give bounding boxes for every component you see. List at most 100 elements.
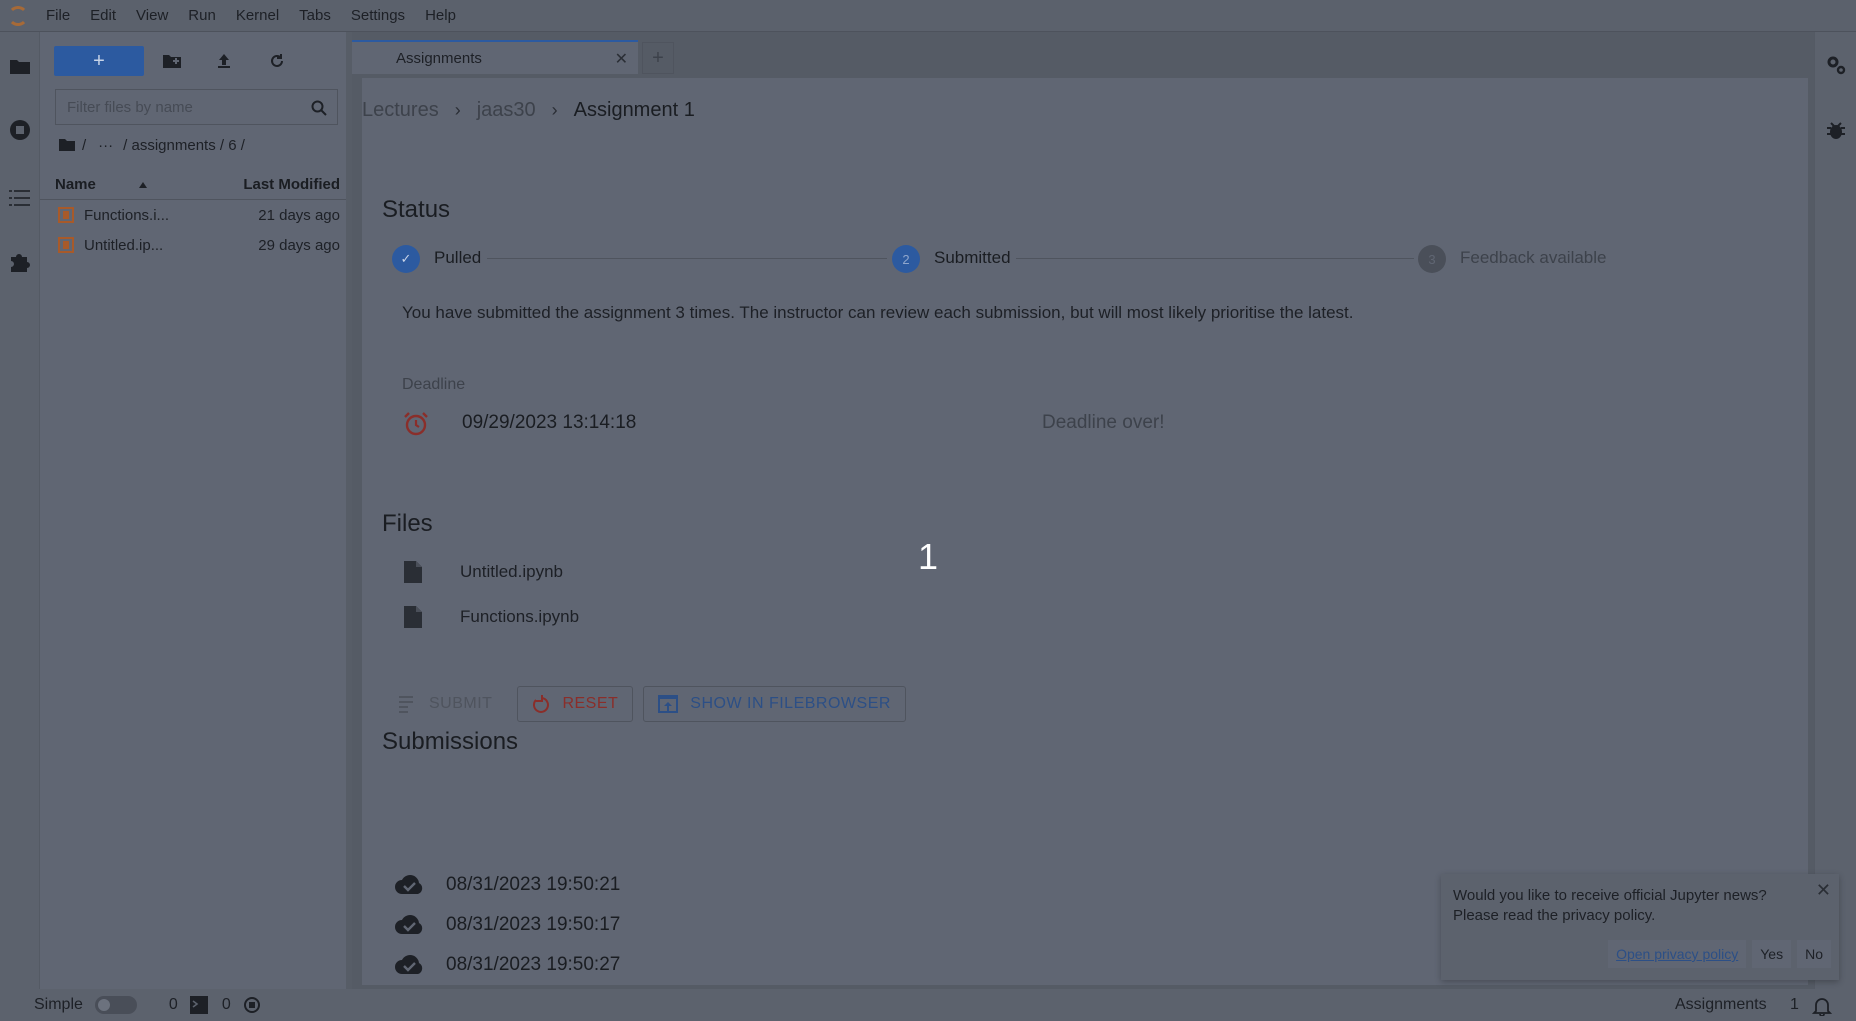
list-item: 08/31/2023 19:50:17 bbox=[394, 910, 620, 940]
home-folder-icon[interactable] bbox=[58, 138, 76, 152]
breadcrumb-lecture[interactable]: jaas30 bbox=[477, 99, 536, 122]
path-rest[interactable]: / assignments / 6 / bbox=[123, 137, 245, 154]
step-feedback-marker: 3 bbox=[1418, 245, 1446, 273]
alarm-clock-icon bbox=[402, 410, 430, 438]
list-item[interactable]: Untitled.ipynb bbox=[404, 557, 563, 587]
simple-mode-label: Simple bbox=[34, 996, 83, 1013]
menu-settings[interactable]: Settings bbox=[341, 0, 415, 32]
add-tab-button[interactable]: + bbox=[642, 42, 674, 74]
submit-button[interactable]: SUBMIT bbox=[384, 686, 507, 722]
file-browser-toolbar: + bbox=[54, 46, 144, 76]
terminal-count: 0 bbox=[168, 996, 178, 1013]
submission-timestamp: 08/31/2023 19:50:21 bbox=[446, 874, 621, 895]
list-item: 08/31/2023 19:50:21 bbox=[394, 870, 620, 900]
reset-label: RESET bbox=[562, 695, 619, 712]
deadline-date: 09/29/2023 13:14:18 bbox=[462, 412, 637, 433]
status-assignments-label: Assignments bbox=[1675, 996, 1767, 1013]
show-in-filebrowser-button[interactable]: SHOW IN FILEBROWSER bbox=[643, 686, 906, 722]
refresh-icon[interactable] bbox=[262, 46, 292, 76]
menu-edit[interactable]: Edit bbox=[80, 0, 126, 32]
submit-icon bbox=[399, 696, 413, 713]
folder-icon[interactable] bbox=[8, 54, 32, 78]
list-item: 08/31/2023 19:50:27 bbox=[394, 950, 620, 980]
file-list-header: Name Last Modified bbox=[40, 170, 346, 200]
status-section-title: Status bbox=[382, 196, 451, 223]
new-folder-icon[interactable] bbox=[157, 46, 187, 76]
list-item[interactable]: Functions.ipynb bbox=[404, 602, 579, 632]
cloud-done-icon bbox=[395, 915, 423, 934]
status-stepper: ✓ Pulled 2 Submitted 3 Feedback availabl… bbox=[392, 242, 1792, 276]
menu-kernel[interactable]: Kernel bbox=[226, 0, 289, 32]
step-submitted-label: Submitted bbox=[934, 248, 1011, 267]
jupyter-logo-icon bbox=[0, 0, 36, 32]
terminal-icon[interactable] bbox=[189, 996, 208, 1014]
yes-button[interactable]: Yes bbox=[1752, 940, 1792, 968]
path-root[interactable]: / bbox=[82, 137, 86, 154]
sort-ascending-icon[interactable] bbox=[138, 181, 148, 189]
left-activity-bar bbox=[0, 32, 40, 989]
cloud-done-icon bbox=[395, 955, 423, 974]
filter-files-field[interactable] bbox=[55, 89, 338, 125]
property-inspector-gears-icon[interactable] bbox=[1825, 54, 1847, 81]
menu-view[interactable]: View bbox=[126, 0, 178, 32]
table-of-contents-icon[interactable] bbox=[8, 186, 32, 210]
menu-help[interactable]: Help bbox=[415, 0, 466, 32]
file-icon bbox=[404, 606, 422, 628]
cloud-done-icon bbox=[395, 875, 423, 894]
menu-run[interactable]: Run bbox=[178, 0, 226, 32]
status-bar: Simple 0 0 Assignments 1 bbox=[0, 989, 1856, 1021]
tab-assignments[interactable]: Assignments ✕ bbox=[352, 40, 638, 74]
step-connector bbox=[1016, 258, 1414, 259]
simple-mode-toggle[interactable] bbox=[94, 996, 137, 1014]
breadcrumb-lectures[interactable]: Lectures bbox=[362, 99, 439, 122]
column-name-header[interactable]: Name bbox=[55, 176, 96, 193]
tab-bar: Assignments ✕ + bbox=[352, 40, 674, 74]
close-icon[interactable]: ✕ bbox=[615, 49, 628, 69]
deadline-over-text: Deadline over! bbox=[1042, 412, 1165, 433]
search-icon bbox=[311, 100, 327, 116]
reset-button[interactable]: RESET bbox=[517, 686, 634, 722]
notification-bell-icon[interactable] bbox=[1812, 996, 1832, 1016]
status-assignments-count: 1 bbox=[1790, 996, 1799, 1013]
open-in-browser-icon bbox=[658, 695, 679, 713]
path-ellipsis[interactable]: ··· bbox=[98, 137, 113, 154]
show-label: SHOW IN FILEBROWSER bbox=[690, 695, 891, 712]
step-pulled-label: Pulled bbox=[434, 248, 482, 267]
submission-status-message: You have submitted the assignment 3 time… bbox=[402, 303, 1354, 322]
step-connector bbox=[487, 258, 887, 259]
file-name: Untitled.ip... bbox=[84, 236, 164, 254]
chevron-right-icon: › bbox=[454, 99, 461, 120]
new-launcher-button[interactable]: + bbox=[54, 46, 144, 76]
kernel-status-icon[interactable] bbox=[243, 996, 261, 1014]
extension-puzzle-icon[interactable] bbox=[8, 250, 32, 274]
right-sidebar bbox=[1814, 32, 1856, 989]
open-privacy-policy-link[interactable]: Open privacy policy bbox=[1608, 940, 1747, 968]
filter-files-input[interactable] bbox=[56, 98, 296, 116]
upload-icon[interactable] bbox=[209, 46, 239, 76]
submission-timestamp: 08/31/2023 19:50:17 bbox=[446, 914, 621, 935]
running-sessions-icon[interactable] bbox=[8, 118, 32, 142]
chevron-right-icon: › bbox=[551, 99, 558, 120]
file-row[interactable]: Untitled.ip... 29 days ago bbox=[40, 230, 346, 260]
action-buttons: SUBMIT RESET SHOW IN FILEBROWSER bbox=[384, 686, 906, 722]
menu-tabs[interactable]: Tabs bbox=[289, 0, 341, 32]
file-browser-panel: + / ··· / assignments / 6 / Name Last Mo… bbox=[40, 32, 352, 989]
debugger-bug-icon[interactable] bbox=[1825, 120, 1847, 147]
menu-file[interactable]: File bbox=[36, 0, 80, 32]
menubar: File Edit View Run Kernel Tabs Settings … bbox=[0, 0, 1856, 32]
file-modified: 29 days ago bbox=[258, 236, 340, 254]
notebook-icon bbox=[58, 207, 74, 223]
news-notification-toast: Would you like to receive official Jupyt… bbox=[1441, 874, 1839, 980]
breadcrumb: Lectures › jaas30 › Assignment 1 bbox=[362, 98, 695, 122]
column-modified-header[interactable]: Last Modified bbox=[243, 176, 340, 193]
close-icon[interactable]: ✕ bbox=[1816, 880, 1831, 901]
step-feedback-label: Feedback available bbox=[1460, 248, 1607, 267]
main-dock-area: Assignments ✕ + Lectures › jaas30 › Assi… bbox=[352, 32, 1814, 989]
breadcrumb-assignment: Assignment 1 bbox=[573, 98, 695, 121]
file-row[interactable]: Functions.i... 21 days ago bbox=[40, 200, 346, 230]
notebook-icon bbox=[58, 237, 74, 253]
notification-actions: Open privacy policy Yes No bbox=[1608, 940, 1831, 968]
reset-icon bbox=[533, 695, 550, 713]
no-button[interactable]: No bbox=[1797, 940, 1831, 968]
file-browser-breadcrumb: / ··· / assignments / 6 / bbox=[58, 134, 245, 156]
